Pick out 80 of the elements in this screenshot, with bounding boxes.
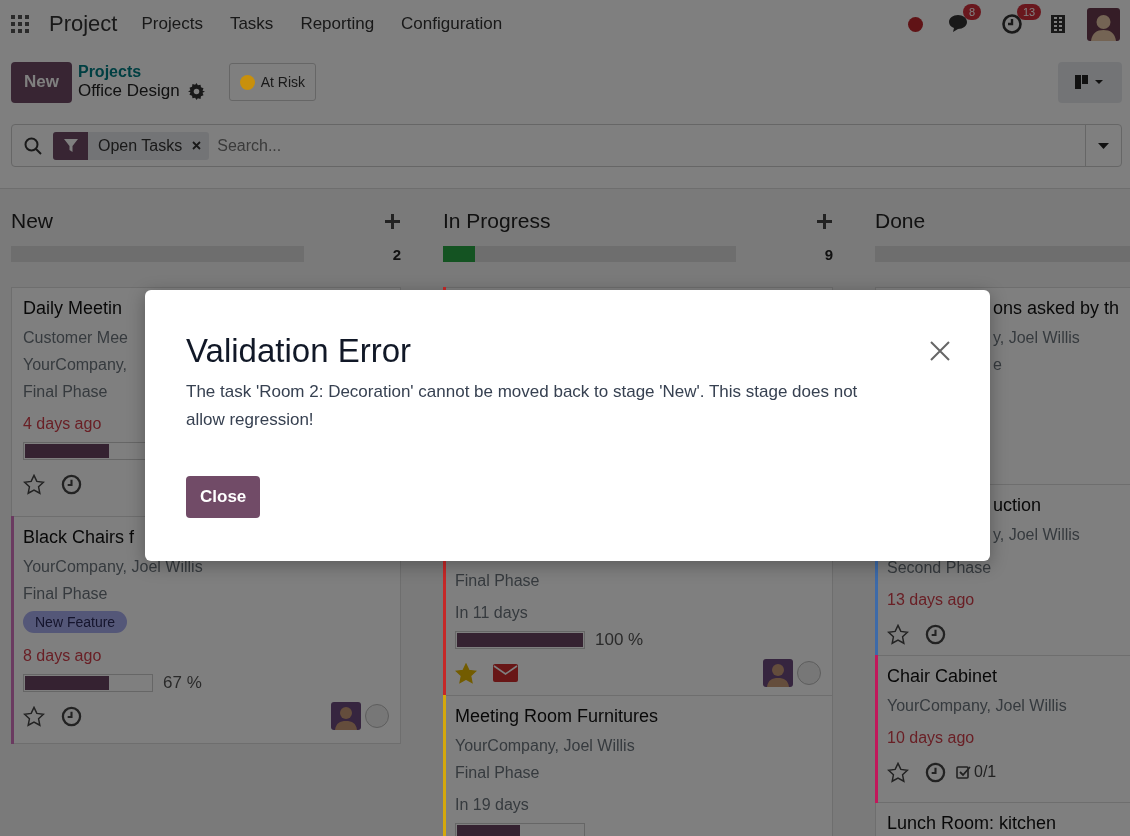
deadline-text: 4 days ago	[23, 415, 102, 433]
close-button[interactable]: Close	[186, 476, 261, 518]
task-detail: Final Phase	[23, 584, 108, 603]
task-card[interactable]: Chair Cabinet YourCompany, Joel Willis 10 days ago 0/1	[875, 655, 1130, 803]
star-icon[interactable]	[23, 705, 45, 727]
column-title: New	[11, 209, 53, 233]
star-icon[interactable]	[455, 662, 477, 684]
task-title: Lunch Room: kitchen	[887, 813, 1057, 833]
deadline-text: In 19 days	[455, 796, 529, 814]
clock-icon[interactable]	[61, 473, 82, 495]
task-detail: YourCompany, Joel Willis	[887, 696, 1067, 715]
task-detail: e	[993, 355, 1002, 374]
deadline-text: 13 days ago	[887, 591, 975, 609]
task-detail: y, Joel Willis	[993, 525, 1080, 544]
add-icon[interactable]	[817, 213, 832, 229]
breadcrumb-link[interactable]: Projects	[77, 63, 205, 81]
task-title: ons asked by th	[993, 298, 1120, 318]
kanban-icon	[1075, 75, 1105, 89]
user-avatar[interactable]	[1087, 7, 1120, 41]
clock-icon[interactable]	[1001, 13, 1023, 35]
app-name[interactable]: Project	[49, 11, 118, 37]
task-detail: Final Phase	[23, 382, 108, 401]
settings-icon[interactable]	[187, 82, 205, 100]
clock-icon[interactable]	[925, 761, 946, 783]
checkbox-icon	[956, 764, 971, 780]
dialog-title: Validation Error	[186, 332, 411, 370]
caret-icon	[1098, 142, 1109, 149]
task-card[interactable]: Meeting Room Furnitures YourCompany, Joel Willis Final Phase In 19 days	[443, 695, 833, 836]
checklist-count: 0/1	[974, 763, 997, 781]
building-icon[interactable]	[1051, 15, 1065, 33]
task-detail: Customer Mee	[23, 328, 128, 347]
menu-item[interactable]: Tasks	[229, 14, 274, 34]
star-icon[interactable]	[887, 623, 909, 645]
close-icon[interactable]	[930, 341, 950, 361]
task-title: Black Chairs f	[23, 527, 135, 547]
deadline-text: 10 days ago	[887, 729, 975, 747]
filter-icon	[63, 138, 78, 153]
column-count: 2	[392, 245, 401, 263]
column-title: Done	[875, 209, 926, 233]
view-switcher-button[interactable]	[1058, 61, 1122, 103]
filter-facet[interactable]: Open Tasks	[53, 131, 210, 160]
tag: New Feature	[23, 611, 128, 633]
status-button[interactable]: At Risk	[228, 63, 317, 101]
dialog-message: The task 'Room 2: Decoration' cannot be moved back to stage 'New'. This stage does not allow regression!	[186, 381, 859, 431]
task-card[interactable]: Lunch Room: kitchen	[875, 802, 1130, 836]
progress-reading: 67 %	[163, 673, 202, 693]
clock-icon[interactable]	[925, 623, 946, 645]
search-icon	[24, 136, 42, 155]
task-title: Chair Cabinet	[887, 666, 998, 686]
deadline-text: In 11 days	[455, 604, 528, 622]
deadline-text: 8 days ago	[23, 647, 102, 665]
task-detail: YourCompany, Joel Willis	[455, 736, 635, 755]
star-icon[interactable]	[23, 473, 45, 495]
star-icon[interactable]	[887, 761, 909, 783]
search-input[interactable]: Search...	[215, 135, 1085, 156]
activity-count-badge: 13	[1017, 4, 1042, 20]
task-detail: Final Phase	[455, 571, 540, 590]
column-count: 9	[824, 245, 833, 263]
task-detail: Final Phase	[455, 763, 540, 782]
menu-item[interactable]: Reporting	[300, 14, 375, 34]
add-icon[interactable]	[385, 213, 400, 229]
task-title: uction	[993, 495, 1042, 515]
new-button[interactable]: New	[11, 61, 72, 103]
project-title: Office Design	[77, 81, 180, 101]
task-detail: YourCompany,	[23, 355, 128, 374]
column-title: In Progress	[443, 209, 551, 233]
remove-icon[interactable]	[192, 141, 202, 150]
search-bar[interactable]: Open Tasks Search...	[11, 124, 1122, 167]
task-detail: Second Phase	[887, 558, 992, 577]
status-dot-icon[interactable]	[908, 16, 923, 32]
menu-item[interactable]: Configuration	[401, 14, 503, 34]
message-count-badge: 8	[963, 4, 982, 20]
task-title: Meeting Room Furnitures	[455, 706, 659, 726]
progress-reading: 100 %	[595, 630, 644, 650]
task-detail: y, Joel Willis	[993, 328, 1080, 347]
apps-menu-icon[interactable]	[11, 15, 29, 33]
task-title: Daily Meetin	[23, 298, 123, 318]
envelope-icon[interactable]	[493, 664, 518, 682]
clock-icon[interactable]	[61, 705, 82, 727]
menu-item[interactable]: Projects	[141, 14, 203, 34]
